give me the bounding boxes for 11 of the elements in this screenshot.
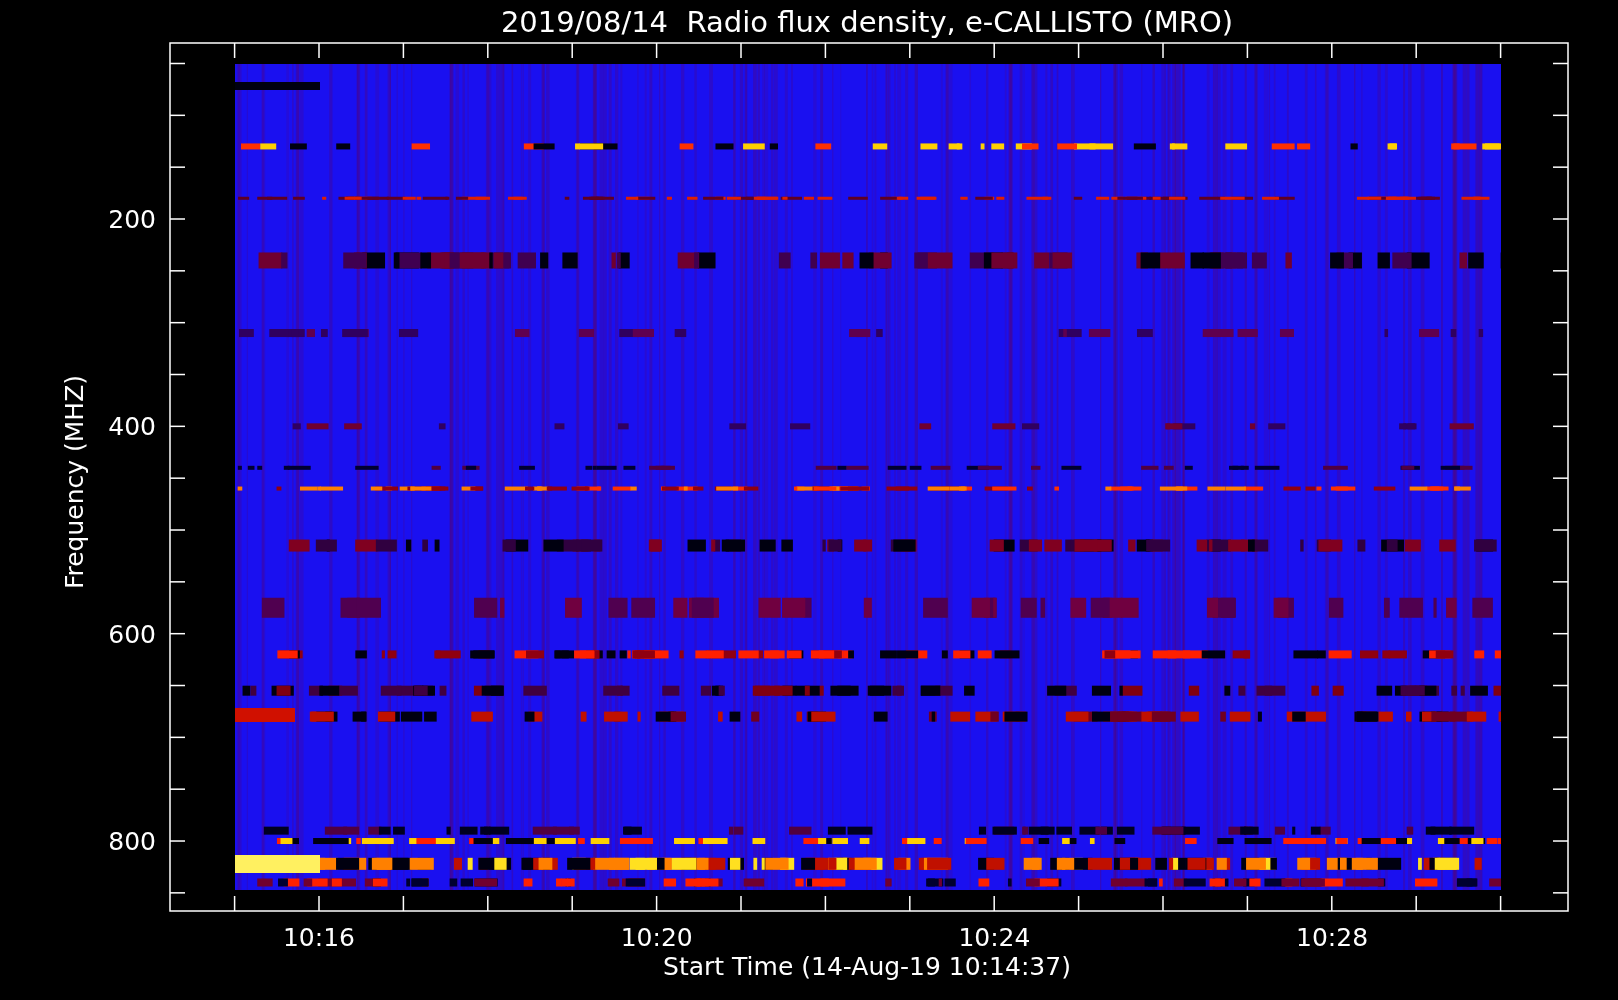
y-tick-label: 400 <box>108 412 156 442</box>
y-axis-label: Frequency (MHZ) <box>60 374 89 590</box>
x-tick-label: 10:28 <box>1296 923 1369 952</box>
x-tick-label: 10:24 <box>958 923 1031 952</box>
x-tick-label: 10:20 <box>620 923 693 952</box>
x-axis-label: Start Time (14-Aug-19 10:14:37) <box>663 952 1071 981</box>
y-tick-label: 200 <box>108 205 156 234</box>
chart-title: 2019/08/14 Radio flux density, e-CALLISTO (MRO) <box>500 5 1234 39</box>
y-tick-label: 600 <box>108 619 156 649</box>
y-tick-label: 800 <box>108 826 156 856</box>
x-tick-label: 10:16 <box>283 923 355 952</box>
